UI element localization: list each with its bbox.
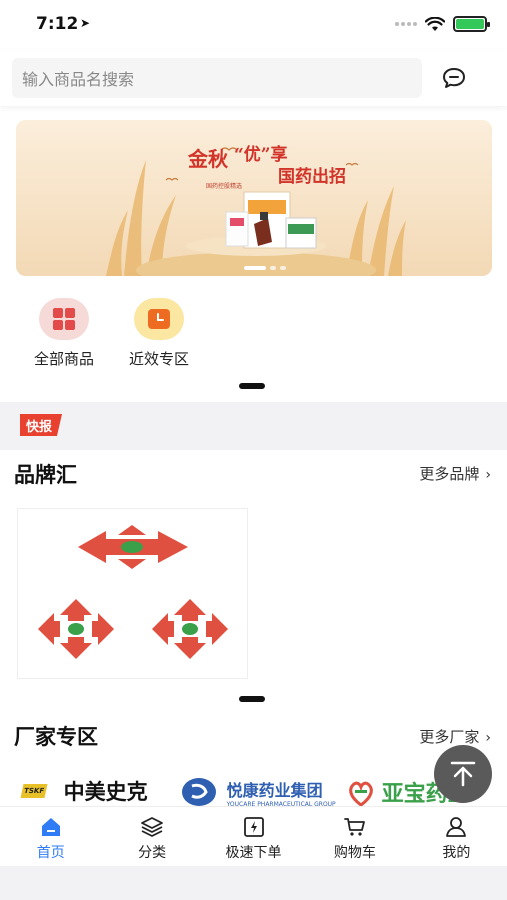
manufacturer-name: 悦康药业集团	[226, 780, 323, 800]
brands-page-indicator	[239, 696, 265, 702]
banner-subtitle: 国药控股精选	[206, 182, 242, 190]
quick-link-near-expiry[interactable]: 近效专区	[114, 298, 204, 369]
quick-link-label: 近效专区	[128, 350, 189, 368]
tab-quick-order[interactable]: 极速下单	[203, 807, 304, 866]
more-manufacturers-link[interactable]: 更多厂家 ›	[419, 726, 491, 747]
arrow-up-icon	[450, 761, 476, 787]
banner-dot	[244, 266, 266, 270]
status-time: 7:12	[36, 14, 79, 34]
cart-icon	[344, 818, 365, 836]
tab-cart[interactable]: 购物车	[304, 807, 405, 866]
yabao-logo-icon	[349, 781, 373, 807]
tab-label: 首页	[36, 845, 65, 861]
signal-icon	[395, 22, 417, 26]
tab-label: 我的	[442, 845, 471, 861]
banner-headline-part1: 金秋	[187, 147, 229, 171]
status-bar: 7:12 ➤	[0, 0, 507, 50]
quick-order-icon	[243, 817, 264, 837]
banner-illustration: 金秋 “优”享 国药出招 国药控股精选	[16, 120, 492, 276]
youcare-logo-icon	[182, 778, 216, 806]
banner-headline-part2: 国药出招	[278, 166, 346, 187]
tab-home[interactable]: 首页	[0, 807, 101, 866]
tskf-logo-mark: TSKF	[20, 784, 48, 798]
news-ticker[interactable]	[0, 402, 507, 450]
tab-category[interactable]: 分类	[101, 807, 202, 866]
brand-card[interactable]	[17, 508, 248, 679]
clock-icon	[134, 298, 184, 340]
quick-link-all-products[interactable]: 全部商品	[19, 298, 109, 369]
location-arrow-icon: ➤	[80, 16, 91, 30]
search-input[interactable]: 输入商品名搜索	[12, 58, 422, 98]
more-manufacturers-label: 更多厂家	[419, 728, 480, 746]
battery-level	[456, 19, 484, 29]
banner-pagination	[244, 266, 286, 270]
quick-link-label: 全部商品	[33, 350, 94, 368]
status-indicators	[395, 16, 490, 32]
grid-icon	[39, 298, 89, 340]
manufacturers-title: 厂家专区	[14, 725, 98, 749]
battery-icon	[453, 16, 490, 32]
chevron-right-icon: ›	[485, 730, 491, 746]
tab-label: 分类	[138, 845, 167, 861]
promo-banner[interactable]: 金秋 “优”享 国药出招 国药控股精选	[16, 120, 492, 276]
chevron-right-icon: ›	[485, 467, 491, 483]
banner-headline-quote: “优”享	[234, 144, 288, 165]
home-indicator-area	[0, 866, 507, 900]
banner-dot	[270, 266, 276, 270]
news-badge: 快报	[20, 414, 63, 436]
chat-bubble-icon[interactable]	[441, 66, 467, 90]
manufacturer-name: 中美史克	[63, 780, 148, 804]
brands-title: 品牌汇	[14, 463, 77, 487]
more-brands-link[interactable]: 更多品牌 ›	[419, 463, 491, 484]
banner-dot	[280, 266, 286, 270]
home-icon	[41, 818, 60, 836]
wifi-icon	[425, 16, 445, 31]
bottom-tab-bar: 首页 分类 极速下单 购物车 我的	[0, 806, 507, 866]
layers-icon	[141, 817, 164, 837]
search-header: 输入商品名搜索	[0, 50, 507, 106]
user-icon	[446, 817, 467, 837]
tab-label: 购物车	[333, 845, 376, 861]
tab-label: 极速下单	[225, 845, 282, 861]
tab-mine[interactable]: 我的	[406, 807, 507, 866]
manufacturer-youcare[interactable]: 悦康药业集团 YOUCARE PHARMACEUTICAL GROUP	[180, 776, 336, 808]
back-to-top-button[interactable]	[434, 745, 492, 803]
quick-links-page-indicator	[239, 383, 265, 389]
manufacturer-tskf[interactable]: TSKF 中美史克	[20, 776, 148, 806]
more-brands-label: 更多品牌	[419, 465, 480, 483]
brand-logo	[38, 525, 228, 659]
